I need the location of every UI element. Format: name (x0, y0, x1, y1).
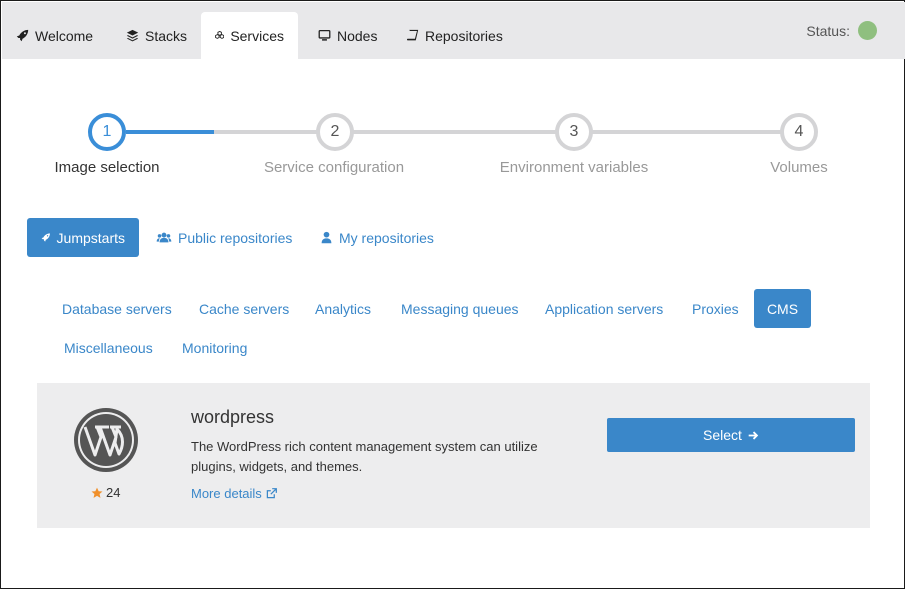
image-name: wordpress (191, 407, 275, 427)
source-label: Jumpstarts (56, 229, 125, 246)
book-icon (407, 29, 419, 41)
step-3-circle[interactable]: 3 (555, 113, 593, 151)
more-details-link[interactable]: More details (191, 486, 277, 501)
step-number: 3 (569, 123, 579, 140)
category-label: Miscellaneous (64, 339, 153, 356)
step-number: 2 (330, 123, 340, 140)
users-icon (156, 232, 172, 243)
wizard-stepper: 1 2 3 4 Image selection Service configur… (1, 111, 905, 181)
desktop-icon (318, 29, 331, 41)
top-navbar: Welcome Stacks Services Nodes Repositori… (2, 2, 905, 59)
step-2-circle[interactable]: 2 (316, 113, 354, 151)
category-proxies[interactable]: Proxies (677, 289, 754, 328)
source-public-repositories[interactable]: Public repositories (142, 218, 306, 257)
source-label: My repositories (339, 229, 434, 246)
source-label: Public repositories (178, 229, 293, 246)
category-messaging-queues[interactable]: Messaging queues (386, 289, 534, 328)
step-4-label: Volumes (770, 159, 828, 176)
external-link-icon (266, 488, 277, 499)
step-number: 4 (794, 123, 804, 140)
layers-icon (126, 29, 139, 42)
step-number: 1 (102, 123, 112, 140)
app-window: Welcome Stacks Services Nodes Repositori… (0, 0, 905, 589)
step-3-label: Environment variables (499, 159, 649, 176)
status-dot (858, 21, 877, 40)
nav-tab-services[interactable]: Services (201, 12, 298, 59)
nav-tab-repositories[interactable]: Repositories (392, 12, 517, 59)
category-label: Monitoring (182, 339, 248, 356)
step-connector (592, 130, 781, 134)
source-jumpstarts[interactable]: Jumpstarts (27, 218, 139, 257)
step-connector (214, 130, 317, 134)
image-description: The WordPress rich content management sy… (191, 439, 538, 474)
category-label: Database servers (62, 300, 172, 317)
step-connector (353, 130, 556, 134)
nav-tab-label: Welcome (35, 27, 94, 44)
status-indicator: Status: (806, 21, 877, 40)
nav-tab-nodes[interactable]: Nodes (304, 12, 391, 59)
wordpress-logo (74, 408, 138, 472)
rocket-icon (41, 233, 50, 242)
user-icon (321, 231, 332, 244)
step-1-circle[interactable]: 1 (88, 113, 126, 151)
nav-tab-label: Stacks (145, 27, 188, 44)
star-count: 24 (91, 485, 120, 500)
step-1-label: Image selection (54, 159, 160, 176)
nav-tab-stacks[interactable]: Stacks (112, 12, 201, 59)
nav-tab-label: Repositories (425, 27, 503, 44)
category-label: Messaging queues (401, 300, 519, 317)
more-details-label: More details (191, 486, 262, 501)
source-my-repositories[interactable]: My repositories (306, 218, 448, 257)
star-icon (91, 487, 103, 498)
arrow-right-icon (748, 430, 759, 440)
category-database-servers[interactable]: Database servers (47, 289, 187, 328)
select-button[interactable]: Select (607, 418, 855, 452)
nav-tab-label: Services (230, 27, 284, 44)
cubes-icon (215, 30, 225, 39)
star-count-value: 24 (106, 485, 121, 500)
category-label: Cache servers (199, 300, 290, 317)
category-label: Proxies (692, 300, 739, 317)
category-label: Analytics (315, 300, 372, 317)
nav-tab-label: Nodes (337, 27, 378, 44)
category-application-servers[interactable]: Application servers (530, 289, 678, 328)
status-label: Status: (806, 22, 850, 39)
rocket-icon (16, 29, 29, 42)
category-cms[interactable]: CMS (754, 289, 811, 328)
category-label: CMS (766, 300, 799, 317)
nav-tab-welcome[interactable]: Welcome (2, 12, 107, 59)
category-label: Application servers (545, 300, 664, 317)
step-4-circle[interactable]: 4 (780, 113, 818, 151)
select-button-label: Select (703, 427, 742, 443)
step-2-label: Service configuration (263, 159, 405, 176)
category-miscellaneous[interactable]: Miscellaneous (49, 328, 168, 367)
category-monitoring[interactable]: Monitoring (167, 328, 262, 367)
image-result-card: 24 wordpress The WordPress rich content … (37, 383, 870, 528)
category-analytics[interactable]: Analytics (300, 289, 386, 328)
step-progress-line (126, 130, 214, 134)
category-cache-servers[interactable]: Cache servers (184, 289, 304, 328)
